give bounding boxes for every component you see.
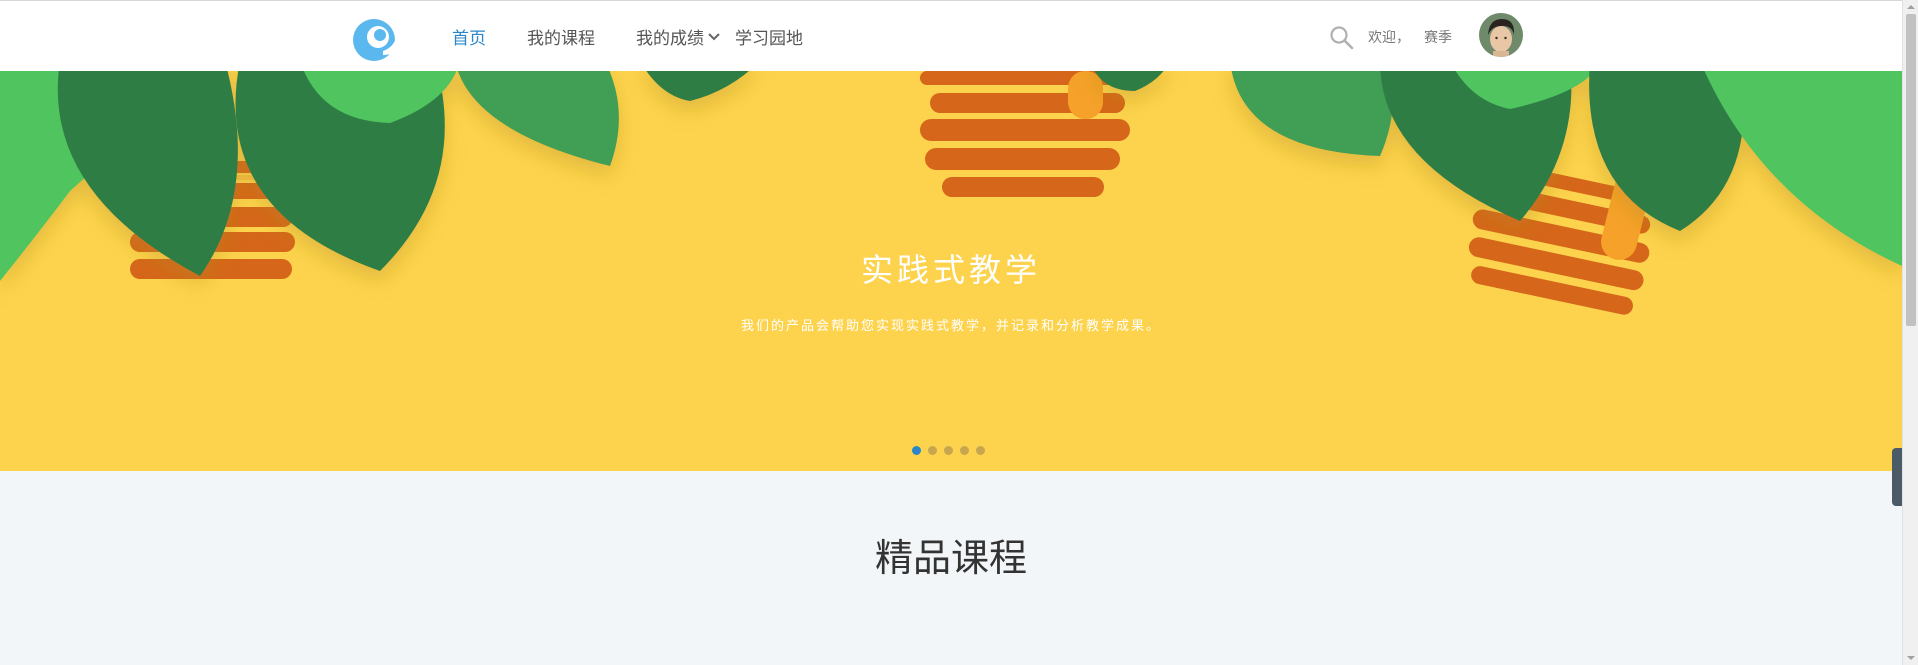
carousel-indicators	[912, 446, 992, 455]
scrollbar-thumb[interactable]	[1906, 14, 1916, 326]
banner-title: 实践式教学	[860, 251, 1041, 289]
welcome-text: 欢迎，	[1368, 30, 1410, 46]
vertical-scrollbar[interactable]	[1902, 0, 1918, 665]
page: 首页 我的课程 我的成绩 学习园地 欢迎， 赛季 实践式教学 我们的产品会帮助您…	[0, 0, 1918, 665]
nav-my-grades[interactable]: 我的成绩	[636, 24, 721, 49]
nav-learning-garden-label: 学习园地	[735, 29, 803, 49]
chevron-down-icon	[708, 32, 720, 40]
scroll-down-arrow-icon[interactable]	[1906, 653, 1916, 663]
search-icon[interactable]	[1329, 25, 1354, 50]
nav-learning-garden[interactable]: 学习园地	[735, 24, 803, 49]
nav-home-label: 首页	[452, 29, 486, 49]
carousel-dot-1[interactable]	[912, 446, 921, 455]
carousel-dot-5[interactable]	[976, 446, 985, 455]
featured-courses-section: 精品课程	[0, 471, 1902, 665]
main-nav: 首页 我的课程 我的成绩 学习园地	[452, 1, 844, 72]
nav-home[interactable]: 首页	[452, 24, 486, 49]
hero-banner: 实践式教学 我们的产品会帮助您实现实践式教学，并记录和分析教学成果。	[0, 71, 1902, 471]
carousel-dot-4[interactable]	[960, 446, 969, 455]
logo-icon[interactable]	[350, 13, 400, 63]
side-widget-tab[interactable]	[1892, 448, 1902, 506]
avatar[interactable]	[1479, 13, 1523, 57]
carousel-dot-3[interactable]	[944, 446, 953, 455]
scroll-up-arrow-icon[interactable]	[1906, 2, 1916, 12]
welcome-message: 欢迎， 赛季	[1368, 27, 1466, 47]
section-title: 精品课程	[874, 536, 1027, 580]
carousel-dot-2[interactable]	[928, 446, 937, 455]
top-navbar: 首页 我的课程 我的成绩 学习园地 欢迎， 赛季	[0, 0, 1902, 71]
banner-subtitle: 我们的产品会帮助您实现实践式教学，并记录和分析教学成果。	[740, 319, 1161, 334]
nav-my-courses-label: 我的课程	[527, 29, 595, 49]
nav-my-grades-label: 我的成绩	[636, 29, 704, 49]
username[interactable]: 赛季	[1424, 30, 1452, 46]
nav-my-courses[interactable]: 我的课程	[527, 24, 595, 49]
